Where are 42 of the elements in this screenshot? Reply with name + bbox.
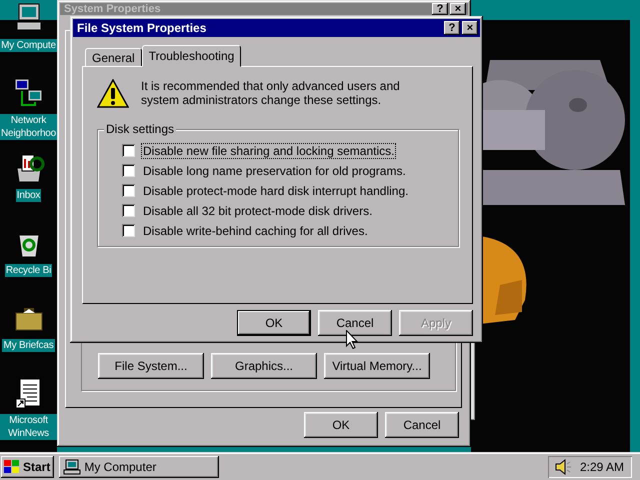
window-title: System Properties: [64, 3, 161, 15]
clock: 2:29 AM: [580, 460, 624, 474]
tab[interactable]: Troubleshooting: [142, 45, 242, 67]
warning-icon: [97, 79, 129, 109]
option-label[interactable]: Disable long name preservation for old programs.: [141, 162, 408, 178]
desktop-icon-label[interactable]: Microsoft WinNews: [0, 414, 57, 440]
dialog-button[interactable]: Cancel: [318, 310, 392, 336]
settings-button[interactable]: File System...: [98, 353, 204, 379]
dialog-button[interactable]: OK: [237, 310, 311, 336]
checkbox[interactable]: [122, 144, 135, 157]
option-label[interactable]: Disable new file sharing and locking semantics.: [141, 142, 396, 158]
speaker-icon[interactable]: [554, 459, 572, 475]
checkbox[interactable]: [122, 164, 135, 177]
dialog-button[interactable]: Cancel: [385, 412, 459, 438]
taskbar-button[interactable]: My Computer: [59, 456, 220, 478]
checkbox[interactable]: [122, 204, 135, 217]
checkbox[interactable]: [122, 184, 135, 197]
help-button[interactable]: ?: [432, 3, 448, 15]
desktop-icon-label[interactable]: Network Neighborhoo: [0, 114, 58, 140]
window-title: File System Properties: [77, 21, 206, 35]
windows-logo-icon: [3, 459, 21, 475]
computer-icon: [63, 459, 82, 475]
desktop-icon-label[interactable]: Recycle Bi: [4, 264, 52, 277]
settings-button[interactable]: Virtual Memory...: [324, 353, 430, 379]
option-label[interactable]: Disable write-behind caching for all drives.: [141, 222, 370, 238]
dialog-button[interactable]: OK: [304, 412, 378, 438]
option-label[interactable]: Disable protect-mode hard disk interrupt handling.: [141, 182, 410, 198]
tab[interactable]: General: [85, 48, 142, 67]
desktop-icon[interactable]: [12, 77, 44, 109]
close-button[interactable]: ×: [462, 21, 478, 35]
desktop-icon-label[interactable]: My Briefcas: [2, 339, 55, 352]
warning-text: It is recommended that only advanced users and system administrators change these settings.: [141, 79, 401, 107]
start-button[interactable]: Start: [1, 456, 54, 478]
close-button[interactable]: ×: [450, 3, 466, 15]
desktop-icon-label[interactable]: Inbox: [16, 189, 42, 202]
help-button[interactable]: ?: [444, 21, 460, 35]
cursor-icon: [346, 330, 358, 349]
group-label: Disk settings: [104, 122, 176, 136]
option-label[interactable]: Disable all 32 bit protect-mode disk drivers.: [141, 202, 374, 218]
checkbox[interactable]: [122, 224, 135, 237]
desktop-icon-label[interactable]: My Compute: [0, 39, 57, 52]
settings-button[interactable]: Graphics...: [211, 353, 317, 379]
